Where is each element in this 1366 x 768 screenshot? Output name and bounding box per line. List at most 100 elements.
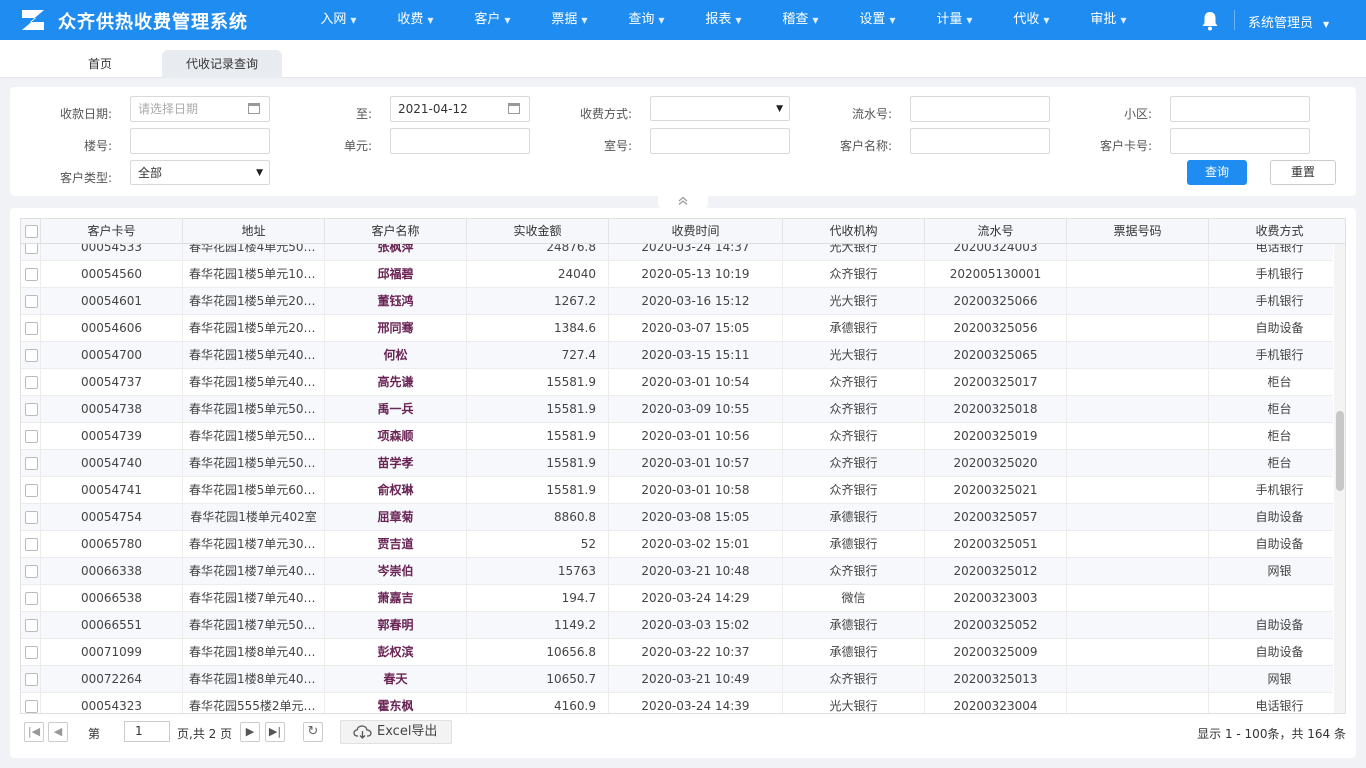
row-checkbox[interactable] [25, 349, 38, 362]
chevron-down-icon: ▼ [735, 16, 742, 25]
user-menu[interactable]: 系统管理员 ▼ [1248, 12, 1329, 31]
table-row[interactable]: 00054741 春华花园1楼5单元601室 俞权琳 15581.9 2020-03-0… [21, 477, 1333, 504]
row-checkbox[interactable] [25, 403, 38, 416]
row-checkbox[interactable] [25, 673, 38, 686]
column-header[interactable]: 实收金额 [467, 219, 609, 243]
page-number-input[interactable]: 1 [124, 721, 170, 742]
row-checkbox[interactable] [25, 457, 38, 470]
pay-method-select[interactable]: ▼ [650, 96, 790, 121]
table-cell: 00054601 [41, 288, 183, 314]
column-header[interactable]: 代收机构 [783, 219, 925, 243]
nav-item-10[interactable]: 审批 ▼ [1070, 0, 1147, 40]
tab-home[interactable]: 首页 [42, 50, 158, 78]
table-row[interactable]: 00054601 春华花园1楼5单元201室 董钰鸿 1267.2 2020-03-16… [21, 288, 1333, 315]
select-all-checkbox[interactable] [25, 225, 38, 238]
nav-item-3[interactable]: 票据 ▼ [531, 0, 608, 40]
serial-input[interactable] [910, 96, 1050, 122]
table-cell: 20200325018 [925, 396, 1067, 422]
column-header[interactable]: 地址 [183, 219, 325, 243]
table-row[interactable]: 00071099 春华花园1楼8单元401室 彭权滨 10656.8 2020-03-2… [21, 639, 1333, 666]
column-header[interactable]: 客户名称 [325, 219, 467, 243]
row-checkbox[interactable] [25, 430, 38, 443]
column-header[interactable]: 客户卡号 [41, 219, 183, 243]
nav-item-6[interactable]: 稽查 ▼ [762, 0, 839, 40]
row-checkbox[interactable] [25, 376, 38, 389]
table-row[interactable]: 00054323 春华花园555楼2单元50... 霍东枫 4160.9 2020-03… [21, 693, 1333, 713]
table-cell: 春华花园1楼8单元401室 [183, 639, 325, 665]
table-cell: 贾吉道 [325, 531, 467, 557]
nav-item-4[interactable]: 查询 ▼ [608, 0, 685, 40]
table-row[interactable]: 00054738 春华花园1楼5单元501室 禹一兵 15581.9 2020-03-0… [21, 396, 1333, 423]
table-row[interactable]: 00054700 春华花园1楼5单元402室 何松 727.4 2020-03-15 1… [21, 342, 1333, 369]
tab-collection-records[interactable]: 代收记录查询 [162, 50, 282, 78]
nav-item-2[interactable]: 客户 ▼ [454, 0, 531, 40]
column-header[interactable]: 票据号码 [1067, 219, 1209, 243]
nav-item-0[interactable]: 入网 ▼ [300, 0, 377, 40]
row-checkbox[interactable] [25, 565, 38, 578]
table-row[interactable]: 00054754 春华花园1楼单元402室 屈章菊 8860.8 2020-03-08 … [21, 504, 1333, 531]
collapse-panel-toggle[interactable] [658, 195, 708, 209]
next-page-button[interactable]: ▶ [240, 722, 260, 742]
bell-icon[interactable] [1201, 11, 1219, 31]
table-cell: 15581.9 [467, 450, 609, 476]
customer-name-input[interactable] [910, 128, 1050, 154]
chevron-down-icon: ▼ [581, 16, 588, 25]
column-header[interactable]: 收费方式 [1209, 219, 1345, 243]
table-cell: 2020-03-02 15:01 [609, 531, 783, 557]
row-checkbox[interactable] [25, 511, 38, 524]
nav-item-1[interactable]: 收费 ▼ [377, 0, 454, 40]
table-cell: 00054606 [41, 315, 183, 341]
room-input[interactable] [650, 128, 790, 154]
table-row[interactable]: 00066551 春华花园1楼7单元502室 郭春明 1149.2 2020-03-03… [21, 612, 1333, 639]
scrollbar-thumb[interactable] [1336, 411, 1344, 491]
row-checkbox[interactable] [25, 619, 38, 632]
row-checkbox[interactable] [25, 244, 38, 254]
card-input[interactable] [1170, 128, 1310, 154]
row-checkbox[interactable] [25, 268, 38, 281]
table-row[interactable]: 00054737 春华花园1楼5单元403室 高先谦 15581.9 2020-03-0… [21, 369, 1333, 396]
column-header[interactable]: 收费时间 [609, 219, 783, 243]
row-checkbox[interactable] [25, 538, 38, 551]
row-select-cell [21, 639, 41, 665]
table-cell: 春华花园555楼2单元50... [183, 693, 325, 713]
table-body[interactable]: 00054533 春华花园1楼4单元501室 张枫萍 24876.8 2020-03-2… [21, 244, 1333, 713]
community-input[interactable] [1170, 96, 1310, 122]
table-row[interactable]: 00054560 春华花园1楼5单元101室 邱福碧 24040 2020-05-13 … [21, 261, 1333, 288]
row-checkbox[interactable] [25, 700, 38, 713]
row-checkbox[interactable] [25, 592, 38, 605]
reset-button[interactable]: 重置 [1270, 160, 1336, 185]
table-row[interactable]: 00065780 春华花园1楼7单元302室 贾吉道 52 2020-03-02 15:… [21, 531, 1333, 558]
date-from-input[interactable]: 请选择日期 [130, 96, 270, 122]
nav-item-9[interactable]: 代收 ▼ [993, 0, 1070, 40]
date-to-input[interactable]: 2021-04-12 [390, 96, 530, 122]
vertical-scrollbar[interactable] [1334, 244, 1345, 713]
table-row[interactable]: 00054739 春华花园1楼5单元502室 项森顺 15581.9 2020-03-0… [21, 423, 1333, 450]
table-cell: 春华花园1楼7单元502室 [183, 612, 325, 638]
row-checkbox[interactable] [25, 295, 38, 308]
last-page-button[interactable]: ▶| [265, 722, 285, 742]
table-row[interactable]: 00066338 春华花园1楼7单元401室 岑崇伯 15763 2020-03-21 … [21, 558, 1333, 585]
table-row[interactable]: 00066538 春华花园1楼7单元403室 萧嘉吉 194.7 2020-03-24 … [21, 585, 1333, 612]
table-row[interactable]: 00054606 春华花园1楼5单元202室 邢同骞 1384.6 2020-03-07… [21, 315, 1333, 342]
row-checkbox[interactable] [25, 484, 38, 497]
row-checkbox[interactable] [25, 322, 38, 335]
excel-export-button[interactable]: Excel导出 [340, 720, 452, 744]
table-cell: 2020-03-01 10:56 [609, 423, 783, 449]
first-page-button[interactable]: |◀ [24, 722, 44, 742]
refresh-icon[interactable]: ↻ [303, 722, 323, 742]
table-row[interactable]: 00054740 春华花园1楼5单元503室 苗学孝 15581.9 2020-03-0… [21, 450, 1333, 477]
table-cell: 20200325009 [925, 639, 1067, 665]
row-checkbox[interactable] [25, 646, 38, 659]
building-input[interactable] [130, 128, 270, 154]
table-row[interactable]: 00072264 春华花园1楼8单元402室 春天 10650.7 2020-03-21… [21, 666, 1333, 693]
nav-item-7[interactable]: 设置 ▼ [839, 0, 916, 40]
customer-type-select[interactable]: 全部 ▼ [130, 160, 270, 185]
nav-item-5[interactable]: 报表 ▼ [685, 0, 762, 40]
prev-page-button[interactable]: ◀ [48, 722, 68, 742]
column-header[interactable]: 流水号 [925, 219, 1067, 243]
query-button[interactable]: 查询 [1187, 160, 1247, 185]
unit-input[interactable] [390, 128, 530, 154]
nav-item-8[interactable]: 计量 ▼ [916, 0, 993, 40]
table-row[interactable]: 00054533 春华花园1楼4单元501室 张枫萍 24876.8 2020-03-2… [21, 244, 1333, 261]
table-cell [1067, 666, 1209, 692]
